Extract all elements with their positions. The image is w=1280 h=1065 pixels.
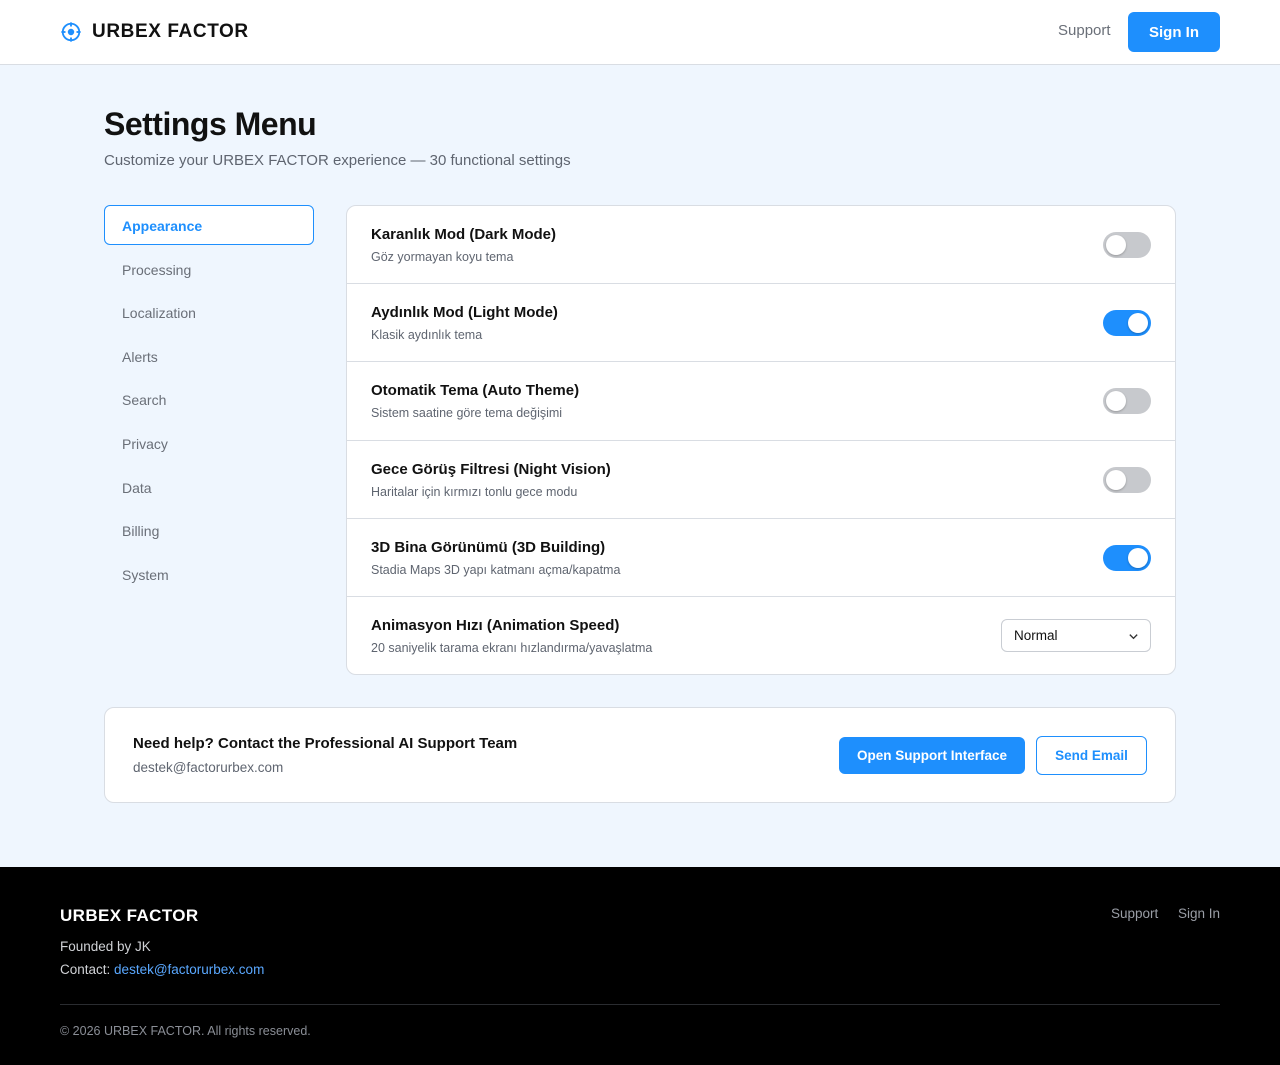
setting-description: Stadia Maps 3D yapı katmanı açma/kapatma xyxy=(371,562,621,577)
footer-sign-in-link[interactable]: Sign In xyxy=(1178,906,1220,921)
sidebar-item-search[interactable]: Search xyxy=(104,379,314,419)
footer-brand: URBEX FACTOR xyxy=(60,906,199,925)
settings-sidebar: Appearance Processing Localization Alert… xyxy=(104,205,314,597)
setting-row-light-mode: Aydınlık Mod (Light Mode) Klasik aydınlı… xyxy=(347,284,1175,363)
sidebar-item-privacy[interactable]: Privacy xyxy=(104,423,314,463)
crosshair-icon xyxy=(61,22,81,42)
light-mode-toggle[interactable] xyxy=(1103,310,1151,337)
sidebar-item-appearance[interactable]: Appearance xyxy=(104,205,314,245)
page-subtitle: Customize your URBEX FACTOR experience —… xyxy=(104,152,571,169)
footer-founded: Founded by JK xyxy=(60,939,151,954)
setting-description: Klasik aydınlık tema xyxy=(371,328,483,343)
setting-row-night-vision: Gece Görüş Filtresi (Night Vision) Harit… xyxy=(347,441,1175,519)
setting-title: Aydınlık Mod (Light Mode) xyxy=(371,304,558,322)
setting-title: 3D Bina Görünümü (3D Building) xyxy=(371,538,606,556)
sidebar-item-processing[interactable]: Processing xyxy=(104,249,314,289)
sidebar-item-localization[interactable]: Localization xyxy=(104,292,314,332)
setting-title: Animasyon Hızı (Animation Speed) xyxy=(371,616,620,634)
3d-building-toggle[interactable] xyxy=(1103,544,1151,571)
footer-contact: Contact: destek@factorurbex.com xyxy=(60,962,264,977)
setting-description: 20 saniyelik tarama ekranı hızlandırma/y… xyxy=(371,640,653,655)
setting-description: Göz yormayan koyu tema xyxy=(371,250,514,264)
footer-contact-label: Contact: xyxy=(60,962,111,977)
footer-contact-email-link[interactable]: destek@factorurbex.com xyxy=(114,962,264,977)
auto-theme-toggle[interactable] xyxy=(1103,388,1151,415)
dark-mode-toggle[interactable] xyxy=(1103,232,1151,258)
appearance-settings-panel: Karanlık Mod (Dark Mode) Göz yormayan ko… xyxy=(346,205,1176,675)
top-header: URBEX FACTOR Support Sign In xyxy=(0,0,1280,65)
footer-divider xyxy=(60,1004,1220,1005)
setting-row-3d-building: 3D Bina Görünümü (3D Building) Stadia Ma… xyxy=(347,519,1175,597)
sidebar-item-data[interactable]: Data xyxy=(104,467,314,507)
setting-row-dark-mode: Karanlık Mod (Dark Mode) Göz yormayan ko… xyxy=(347,206,1175,285)
open-support-interface-button[interactable]: Open Support Interface xyxy=(839,737,1025,774)
send-email-button[interactable]: Send Email xyxy=(1036,736,1147,775)
sidebar-item-billing[interactable]: Billing xyxy=(104,510,314,550)
brand-logo[interactable]: URBEX FACTOR xyxy=(60,20,249,44)
chevron-down-icon xyxy=(1129,634,1138,640)
support-card-email: destek@factorurbex.com xyxy=(133,760,284,775)
setting-description: Haritalar için kırmızı tonlu gece modu xyxy=(371,484,578,499)
animation-speed-value: Normal xyxy=(1014,627,1058,643)
page-footer: URBEX FACTOR Founded by JK Contact: dest… xyxy=(0,867,1280,1065)
sign-in-button[interactable]: Sign In xyxy=(1128,12,1220,52)
nav-support-link[interactable]: Support xyxy=(1058,22,1111,39)
page-title: Settings Menu xyxy=(104,106,317,142)
setting-row-animation-speed: Animasyon Hızı (Animation Speed) 20 sani… xyxy=(347,597,1175,674)
support-card-title: Need help? Contact the Professional AI S… xyxy=(133,735,518,752)
setting-title: Karanlık Mod (Dark Mode) xyxy=(371,226,557,243)
brand-name: URBEX FACTOR xyxy=(92,21,249,42)
animation-speed-select[interactable]: Normal xyxy=(1001,618,1151,652)
footer-copyright: © 2026 URBEX FACTOR. All rights reserved… xyxy=(60,1024,311,1038)
setting-row-auto-theme: Otomatik Tema (Auto Theme) Sistem saatin… xyxy=(347,362,1175,441)
setting-title: Gece Görüş Filtresi (Night Vision) xyxy=(371,460,611,478)
sidebar-item-system[interactable]: System xyxy=(104,554,314,594)
night-vision-toggle[interactable] xyxy=(1103,466,1151,493)
footer-support-link[interactable]: Support xyxy=(1111,906,1158,921)
setting-title: Otomatik Tema (Auto Theme) xyxy=(371,382,580,400)
sidebar-item-alerts[interactable]: Alerts xyxy=(104,336,314,376)
setting-description: Sistem saatine göre tema değişimi xyxy=(371,406,563,421)
support-contact-card: Need help? Contact the Professional AI S… xyxy=(104,707,1176,803)
